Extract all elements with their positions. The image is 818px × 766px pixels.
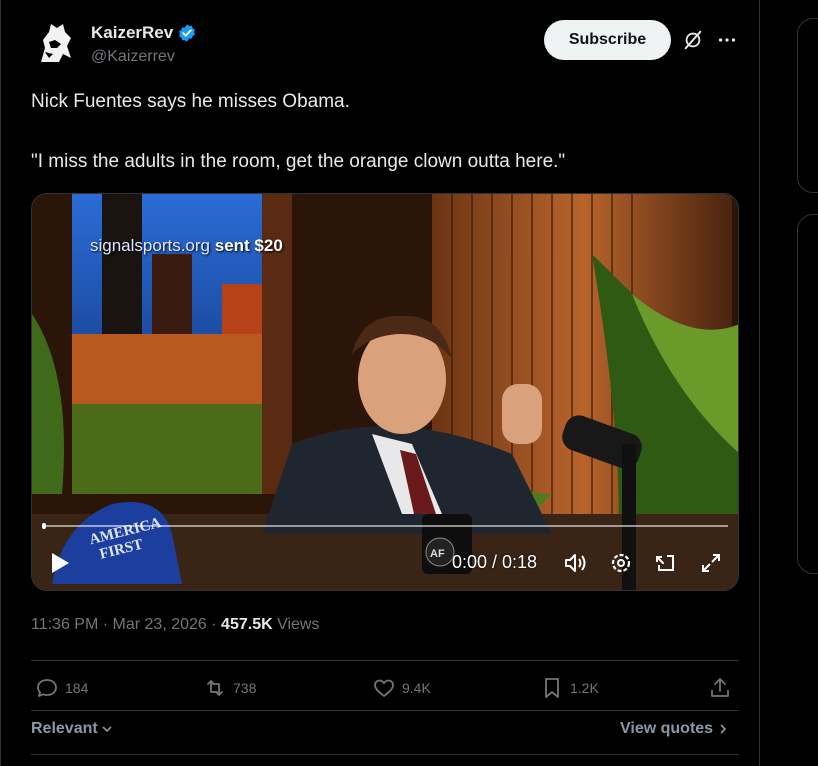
tweet-date[interactable]: Mar 23, 2026	[113, 616, 207, 633]
progress-handle[interactable]	[42, 523, 46, 529]
donation-amount: sent $20	[214, 236, 283, 255]
tweet-quote-line: "I miss the adults in the room, get the …	[31, 151, 566, 172]
share-button[interactable]	[708, 676, 732, 700]
bookmark-icon	[545, 678, 559, 698]
volume-icon[interactable]	[562, 550, 588, 576]
view-quotes-link[interactable]: View quotes	[620, 720, 729, 738]
tweet-text: Nick Fuentes says he misses Obama. "I mi…	[31, 90, 731, 210]
repost-icon	[207, 680, 223, 696]
divider	[31, 754, 739, 755]
reply-button[interactable]: 184	[35, 676, 88, 700]
author-name[interactable]: KaizerRev	[91, 23, 197, 43]
divider	[31, 710, 739, 711]
subscribe-button[interactable]: Subscribe	[544, 20, 671, 60]
heart-icon	[374, 679, 394, 697]
play-icon[interactable]	[49, 551, 71, 575]
progress-bar[interactable]	[42, 525, 728, 527]
share-icon	[711, 678, 729, 697]
grok-icon[interactable]	[682, 29, 704, 51]
avatar-image	[31, 18, 79, 66]
sort-dropdown[interactable]: Relevant	[31, 720, 114, 738]
sidebar-card	[797, 18, 818, 193]
pip-icon[interactable]	[652, 550, 678, 576]
reply-icon	[37, 679, 57, 697]
video-time: 0:00 / 0:18	[452, 552, 538, 572]
fullscreen-icon[interactable]	[698, 550, 724, 576]
like-button[interactable]: 9.4K	[372, 676, 431, 700]
author-name-text[interactable]: KaizerRev	[91, 23, 173, 43]
video-player[interactable]: AMERICA FIRST AF signalsports.org sent $…	[31, 193, 739, 591]
divider	[31, 660, 739, 661]
donation-overlay: signalsports.org sent $20	[90, 236, 283, 256]
avatar[interactable]	[31, 18, 79, 66]
reply-count: 184	[65, 680, 89, 696]
views-label: Views	[277, 616, 320, 633]
repost-button[interactable]: 738	[203, 676, 256, 700]
action-bar: 184 738 9.4K 1.2K	[31, 676, 739, 706]
settings-icon[interactable]	[608, 550, 634, 576]
mug-logo: AF	[430, 548, 445, 560]
tweet-time[interactable]: 11:36 PM	[31, 616, 98, 633]
verified-badge-icon	[179, 24, 196, 42]
author-handle[interactable]: @Kaizerrev	[91, 48, 175, 66]
tweet-line: Nick Fuentes says he misses Obama.	[31, 91, 350, 112]
bookmark-button[interactable]: 1.2K	[540, 676, 599, 700]
views-count: 457.5K	[221, 616, 273, 633]
sidebar-card	[797, 214, 818, 574]
meta-separator: ·	[102, 616, 113, 633]
chevron-down-icon	[102, 726, 112, 733]
repost-count: 738	[233, 680, 257, 696]
tweet-meta: 11:36 PM · Mar 23, 2026 · 457.5K Views	[31, 616, 319, 634]
like-count: 9.4K	[402, 680, 431, 696]
view-quotes-label: View quotes	[620, 720, 714, 737]
bookmark-count: 1.2K	[570, 680, 599, 696]
sort-label: Relevant	[31, 720, 98, 737]
more-icon[interactable]	[716, 30, 738, 50]
meta-separator: ·	[211, 616, 222, 633]
chevron-right-icon	[720, 724, 727, 734]
donation-site: signalsports.org	[90, 236, 211, 255]
